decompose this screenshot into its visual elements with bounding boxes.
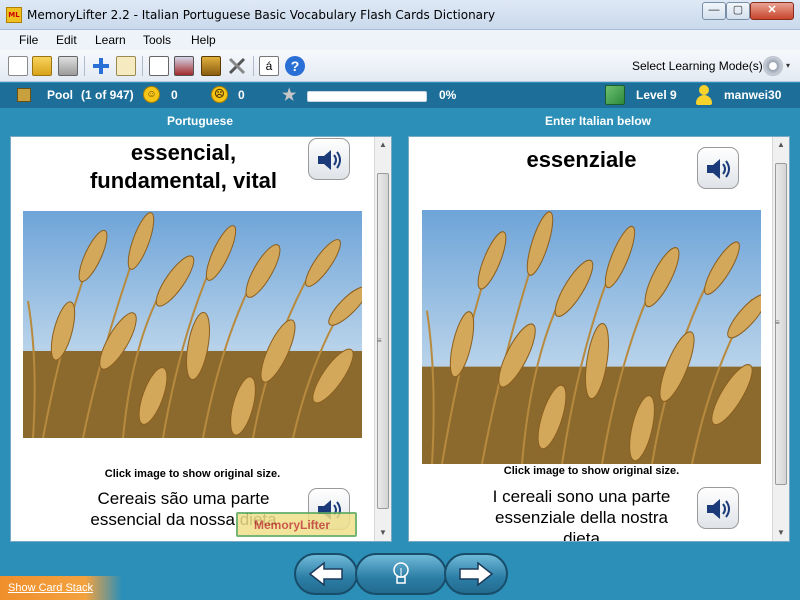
- question-word: essencial, fundamental, vital: [89, 140, 278, 193]
- pool-count: (1 of 947): [81, 88, 134, 102]
- lightbulb-icon: [393, 562, 409, 584]
- menu-bar: File Edit Learn Tools Help: [0, 30, 800, 50]
- speaker-icon: [318, 150, 341, 170]
- previous-card-button[interactable]: [294, 553, 358, 595]
- question-wheat-image[interactable]: [23, 211, 362, 438]
- app-icon: ML: [6, 7, 22, 23]
- answer-card-panel: essenziale Click image to show original …: [408, 136, 790, 542]
- toolbar-separator: [253, 56, 254, 76]
- menu-learn[interactable]: Learn: [95, 33, 126, 47]
- question-card-panel: essencial, fundamental, vital Click imag…: [10, 136, 392, 542]
- special-characters-button[interactable]: á: [259, 56, 279, 76]
- scroll-up-icon[interactable]: ▲: [375, 137, 391, 153]
- new-file-icon[interactable]: [8, 56, 28, 76]
- watermark-text: MemoryLifter: [254, 518, 331, 532]
- arrow-right-icon: [459, 561, 494, 587]
- progress-bar: [307, 91, 427, 102]
- next-card-button[interactable]: [444, 553, 508, 595]
- menu-help[interactable]: Help: [191, 33, 216, 47]
- answer-wheat-image[interactable]: [422, 210, 761, 464]
- card-box-icon[interactable]: [201, 56, 221, 76]
- tools-icon[interactable]: [227, 56, 247, 76]
- hint-button[interactable]: [355, 553, 447, 595]
- sad-smiley-icon: ☹: [211, 86, 228, 103]
- statistics-icon[interactable]: [174, 56, 194, 76]
- progress-text: 0%: [439, 88, 457, 102]
- minimize-button[interactable]: —: [702, 2, 726, 20]
- correct-count: 0: [171, 88, 178, 102]
- speaker-icon: [707, 499, 730, 519]
- wrong-count: 0: [238, 88, 245, 102]
- level-text: Level 9: [636, 88, 677, 102]
- scroll-down-icon[interactable]: ▼: [375, 525, 391, 541]
- maximize-button[interactable]: ▢: [726, 2, 750, 20]
- presentation-icon[interactable]: [149, 56, 169, 76]
- chevron-down-icon[interactable]: ▾: [786, 61, 790, 70]
- username: manwei30: [724, 88, 782, 102]
- toolbar-separator: [142, 56, 143, 76]
- edit-card-icon[interactable]: [116, 56, 136, 76]
- question-image-caption: Click image to show original size.: [104, 468, 281, 480]
- answer-word-audio-button[interactable]: [697, 147, 739, 189]
- menu-tools[interactable]: Tools: [143, 33, 171, 47]
- close-button[interactable]: ✕: [750, 2, 794, 20]
- menu-file[interactable]: File: [19, 33, 38, 47]
- question-side-header: Portuguese: [166, 114, 233, 128]
- gear-icon[interactable]: [763, 56, 783, 76]
- question-word-audio-button[interactable]: [308, 138, 350, 180]
- star-icon: ★: [282, 87, 297, 104]
- toolbar: á ? Select Learning Mode(s) ▾: [0, 50, 800, 82]
- scrollbar-grip-icon: ≡: [775, 318, 780, 327]
- help-icon[interactable]: ?: [285, 56, 305, 76]
- user-icon: [695, 85, 713, 105]
- window-title: MemoryLifter 2.2 - Italian Portuguese Ba…: [27, 8, 496, 22]
- pool-icon: [17, 88, 31, 102]
- show-card-stack-link[interactable]: Show Card Stack: [8, 582, 93, 594]
- title-bar: ML MemoryLifter 2.2 - Italian Portuguese…: [0, 0, 800, 30]
- answer-scrollbar[interactable]: ▲ ≡ ▼: [772, 137, 789, 541]
- open-folder-icon[interactable]: [32, 56, 52, 76]
- add-card-icon[interactable]: [91, 56, 111, 76]
- scrollbar-grip-icon: ≡: [377, 336, 382, 345]
- scroll-up-icon[interactable]: ▲: [773, 137, 789, 153]
- select-learning-mode-label[interactable]: Select Learning Mode(s): [632, 59, 763, 73]
- toolbar-separator: [84, 56, 85, 76]
- memorylifter-watermark-logo: MemoryLifter: [236, 512, 357, 537]
- scroll-down-icon[interactable]: ▼: [773, 525, 789, 541]
- answer-side-header: Enter Italian below: [544, 114, 652, 128]
- menu-edit[interactable]: Edit: [56, 33, 77, 47]
- show-card-stack-tab[interactable]: Show Card Stack: [0, 576, 122, 600]
- answer-image-caption: Click image to show original size.: [503, 465, 680, 477]
- answer-sentence-audio-button[interactable]: [697, 487, 739, 529]
- pool-label: Pool: [47, 88, 73, 102]
- speaker-icon: [707, 159, 730, 179]
- arrow-left-icon: [308, 561, 343, 587]
- question-scrollbar[interactable]: ▲ ≡ ▼: [374, 137, 391, 541]
- happy-smiley-icon: ☺: [143, 86, 160, 103]
- level-icon: [605, 85, 625, 105]
- status-bar: Pool (1 of 947) ☺ 0 ☹ 0 ★ 0% Level 9 man…: [0, 83, 800, 108]
- print-icon[interactable]: [58, 56, 78, 76]
